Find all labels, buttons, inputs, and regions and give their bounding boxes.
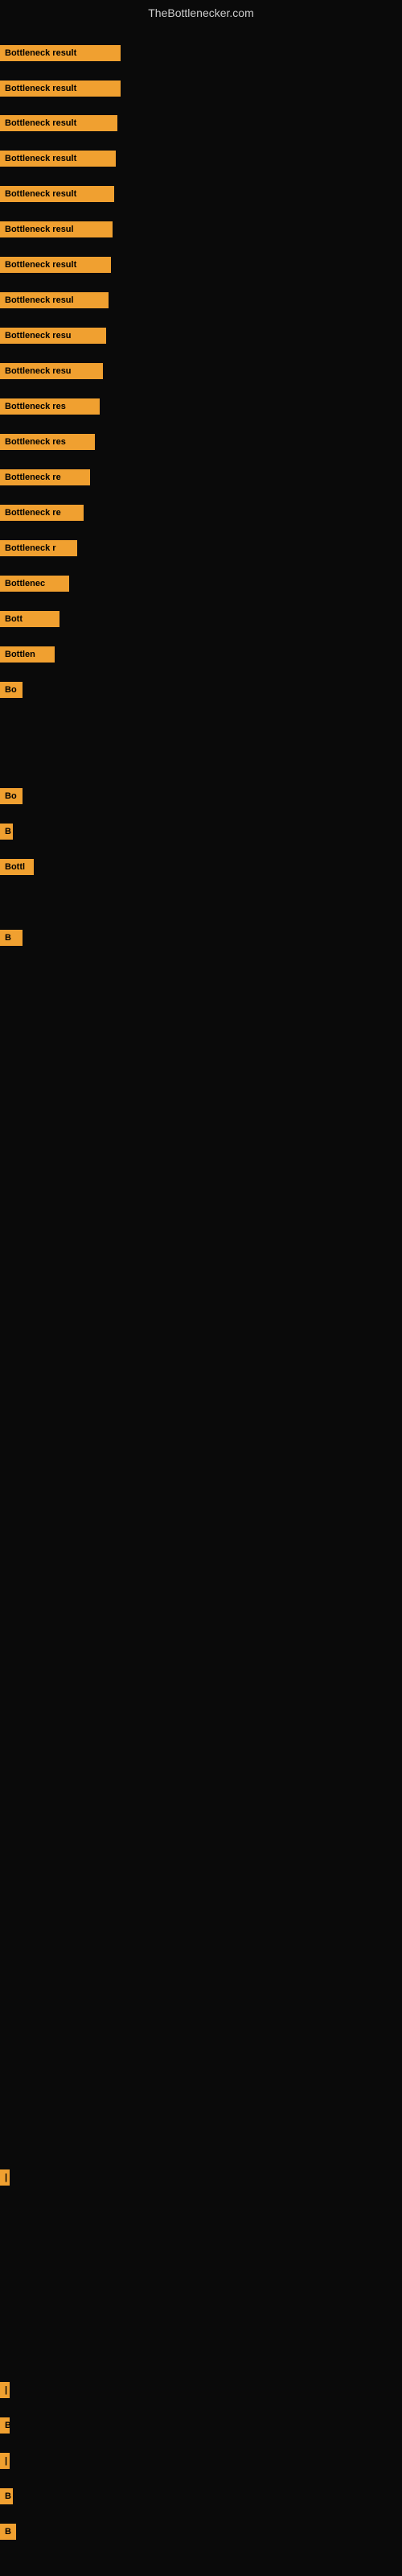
- bottleneck-bar: B: [0, 2417, 10, 2434]
- bottleneck-bar: Bottlenec: [0, 576, 69, 592]
- bottleneck-bar: Bott: [0, 611, 59, 627]
- bottleneck-bar: |: [0, 2169, 10, 2186]
- bottleneck-bar: Bo: [0, 788, 23, 804]
- bottleneck-bar: Bottleneck resul: [0, 221, 113, 237]
- bottleneck-bar: Bottleneck result: [0, 115, 117, 131]
- bottleneck-bar: Bottleneck result: [0, 151, 116, 167]
- bottleneck-bar: Bottleneck result: [0, 80, 121, 97]
- bottleneck-bar: Bo: [0, 682, 23, 698]
- bottleneck-bar: Bottleneck result: [0, 257, 111, 273]
- bottleneck-bar: Bottleneck result: [0, 186, 114, 202]
- bottleneck-bar: Bottleneck r: [0, 540, 77, 556]
- bottleneck-bar: B: [0, 930, 23, 946]
- bottleneck-bar: Bottlen: [0, 646, 55, 663]
- bottleneck-bar: Bottleneck resu: [0, 328, 106, 344]
- bottleneck-bar: Bottleneck res: [0, 398, 100, 415]
- bottleneck-bar: Bottleneck resul: [0, 292, 109, 308]
- bottleneck-bar: Bottleneck re: [0, 469, 90, 485]
- site-title: TheBottlenecker.com: [0, 0, 402, 23]
- bottleneck-bar: Bottleneck re: [0, 505, 84, 521]
- bottleneck-bar: Bottl: [0, 859, 34, 875]
- bottleneck-bar: B: [0, 2524, 16, 2540]
- bottleneck-bar: Bottleneck res: [0, 434, 95, 450]
- bottleneck-bar: Bottleneck resu: [0, 363, 103, 379]
- bottleneck-bar: B: [0, 824, 13, 840]
- bottleneck-bar: |: [0, 2382, 10, 2398]
- bottleneck-bar: Bottleneck result: [0, 45, 121, 61]
- bottleneck-bar: B: [0, 2488, 13, 2504]
- bottleneck-bar: |: [0, 2453, 10, 2469]
